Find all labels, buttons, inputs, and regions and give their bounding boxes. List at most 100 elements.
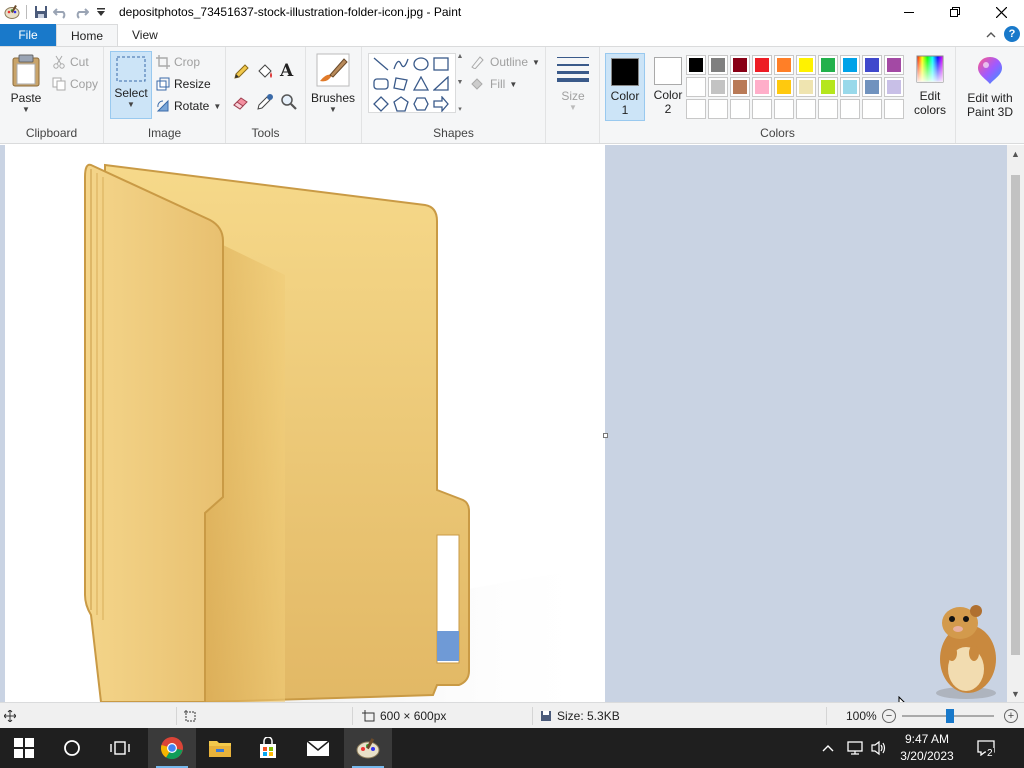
- task-view-button[interactable]: [96, 728, 144, 768]
- undo-icon[interactable]: [51, 2, 71, 22]
- collapse-ribbon-icon[interactable]: [986, 27, 996, 41]
- show-hidden-icons-button[interactable]: [822, 728, 834, 768]
- paint-taskbar-button[interactable]: [344, 728, 392, 768]
- system-clock[interactable]: 9:47 AM 3/20/2023: [890, 731, 964, 765]
- rounded-rectangle-shape-icon[interactable]: [371, 74, 391, 94]
- palette-swatch[interactable]: [884, 77, 904, 97]
- zoom-out-button[interactable]: −: [882, 709, 896, 723]
- palette-swatch[interactable]: [774, 99, 794, 119]
- line-shape-icon[interactable]: [371, 54, 391, 74]
- polygon-shape-icon[interactable]: [391, 74, 411, 94]
- palette-swatch[interactable]: [862, 99, 882, 119]
- minimize-button[interactable]: [886, 0, 932, 24]
- zoom-slider-thumb[interactable]: [946, 709, 954, 723]
- size-button[interactable]: Size ▼: [554, 55, 592, 112]
- redo-icon[interactable]: [71, 2, 91, 22]
- outline-button[interactable]: Outline ▼: [470, 55, 540, 69]
- palette-swatch[interactable]: [796, 55, 816, 75]
- notifications-button[interactable]: 2: [974, 728, 998, 768]
- file-explorer-taskbar-button[interactable]: [196, 728, 244, 768]
- palette-swatch[interactable]: [730, 99, 750, 119]
- palette-swatch[interactable]: [840, 77, 860, 97]
- vertical-scrollbar[interactable]: ▲ ▼: [1007, 145, 1024, 702]
- shapes-scroll[interactable]: ▲ ▼ ▾: [456, 53, 464, 113]
- brushes-button[interactable]: Brushes ▼: [311, 53, 355, 114]
- palette-swatch[interactable]: [686, 55, 706, 75]
- color-picker-icon[interactable]: [256, 93, 274, 111]
- mail-taskbar-button[interactable]: [294, 728, 342, 768]
- palette-swatch[interactable]: [730, 77, 750, 97]
- resize-button[interactable]: Resize: [156, 77, 211, 91]
- pentagon-shape-icon[interactable]: [391, 94, 411, 114]
- palette-swatch[interactable]: [840, 99, 860, 119]
- workspace[interactable]: [0, 145, 1007, 702]
- start-button[interactable]: [0, 728, 48, 768]
- canvas[interactable]: [5, 145, 605, 702]
- close-button[interactable]: [978, 0, 1024, 24]
- shapes-scroll-up-icon[interactable]: ▲: [457, 53, 464, 60]
- triangle-shape-icon[interactable]: [411, 74, 431, 94]
- network-tray-button[interactable]: [846, 728, 864, 768]
- shapes-scroll-down-icon[interactable]: ▼: [457, 79, 464, 86]
- eraser-icon[interactable]: [232, 93, 250, 111]
- palette-swatch[interactable]: [884, 99, 904, 119]
- palette-swatch[interactable]: [796, 99, 816, 119]
- oval-shape-icon[interactable]: [411, 54, 431, 74]
- copy-button[interactable]: Copy: [52, 77, 98, 91]
- palette-swatch[interactable]: [774, 77, 794, 97]
- tab-view[interactable]: View: [118, 24, 172, 46]
- hexagon-shape-icon[interactable]: [411, 94, 431, 114]
- store-taskbar-button[interactable]: [244, 728, 292, 768]
- paint-icon[interactable]: [2, 2, 22, 22]
- palette-swatch[interactable]: [752, 77, 772, 97]
- edit-colors-button[interactable]: Edit colors: [908, 55, 952, 117]
- color1-button[interactable]: Color 1: [605, 53, 645, 121]
- scroll-up-icon[interactable]: ▲: [1007, 145, 1024, 162]
- magnifier-icon[interactable]: [280, 93, 298, 111]
- curve-shape-icon[interactable]: [391, 54, 411, 74]
- palette-swatch[interactable]: [730, 55, 750, 75]
- palette-swatch[interactable]: [862, 55, 882, 75]
- right-triangle-shape-icon[interactable]: [431, 74, 451, 94]
- save-icon[interactable]: [31, 2, 51, 22]
- palette-swatch[interactable]: [818, 99, 838, 119]
- scrollbar-thumb[interactable]: [1011, 175, 1020, 655]
- palette-swatch[interactable]: [708, 55, 728, 75]
- help-icon[interactable]: ?: [1004, 26, 1020, 42]
- palette-swatch[interactable]: [862, 77, 882, 97]
- arrow-shape-icon[interactable]: [431, 94, 451, 114]
- rotate-button[interactable]: Rotate ▼: [156, 99, 221, 113]
- zoom-in-button[interactable]: +: [1004, 709, 1018, 723]
- tab-home[interactable]: Home: [56, 24, 119, 46]
- rectangle-shape-icon[interactable]: [431, 54, 451, 74]
- scroll-down-icon[interactable]: ▼: [1007, 685, 1024, 702]
- color2-button[interactable]: Color 2: [648, 57, 688, 123]
- paste-button[interactable]: Paste ▼: [6, 53, 46, 114]
- customize-icon[interactable]: [91, 2, 111, 22]
- pencil-icon[interactable]: [232, 63, 250, 81]
- canvas-resize-handle[interactable]: [603, 433, 608, 438]
- palette-swatch[interactable]: [686, 99, 706, 119]
- palette-swatch[interactable]: [708, 99, 728, 119]
- shapes-expand-icon[interactable]: ▾: [458, 105, 462, 113]
- edit-with-paint3d-button[interactable]: Edit with Paint 3D: [960, 55, 1020, 119]
- fill-icon[interactable]: [256, 63, 274, 81]
- palette-swatch[interactable]: [708, 77, 728, 97]
- fill-button[interactable]: Fill ▼: [470, 77, 517, 91]
- palette-swatch[interactable]: [818, 77, 838, 97]
- palette-swatch[interactable]: [686, 77, 706, 97]
- palette-swatch[interactable]: [752, 55, 772, 75]
- palette-swatch[interactable]: [840, 55, 860, 75]
- palette-swatch[interactable]: [818, 55, 838, 75]
- text-icon[interactable]: A: [280, 61, 298, 81]
- volume-tray-button[interactable]: [870, 728, 888, 768]
- palette-swatch[interactable]: [774, 55, 794, 75]
- cut-button[interactable]: Cut: [52, 55, 89, 69]
- palette-swatch[interactable]: [884, 55, 904, 75]
- diamond-shape-icon[interactable]: [371, 94, 391, 114]
- maximize-button[interactable]: [932, 0, 978, 24]
- select-button[interactable]: Select ▼: [110, 51, 152, 119]
- search-button[interactable]: [48, 728, 96, 768]
- chrome-taskbar-button[interactable]: [148, 728, 196, 768]
- tab-file[interactable]: File: [0, 24, 56, 46]
